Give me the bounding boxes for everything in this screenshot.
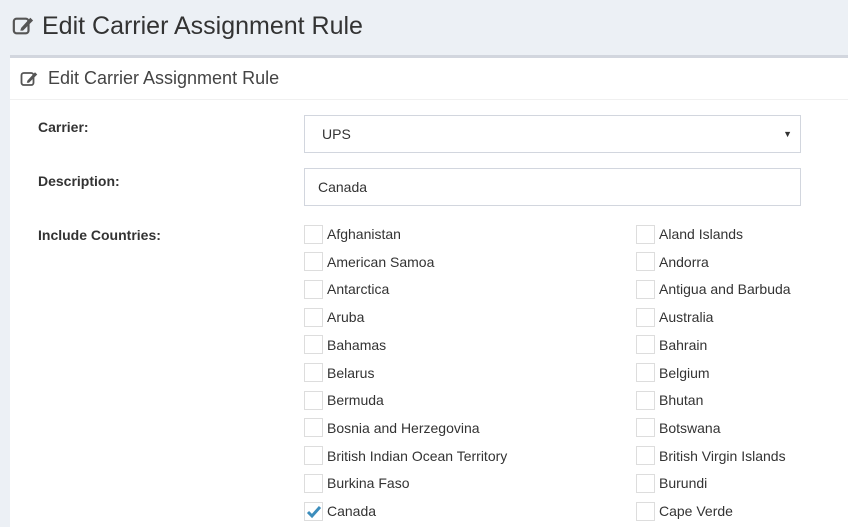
caret-down-icon: ▼ bbox=[783, 129, 792, 139]
country-item[interactable]: Bosnia and Herzegovina bbox=[304, 418, 480, 438]
country-name: Bahrain bbox=[659, 336, 708, 353]
country-item[interactable]: Belarus bbox=[304, 363, 374, 383]
country-checkbox[interactable] bbox=[304, 252, 323, 272]
country-name: Burundi bbox=[659, 475, 708, 492]
country-checkbox[interactable] bbox=[636, 446, 655, 466]
country-item[interactable]: Canada bbox=[304, 501, 376, 521]
country-item[interactable]: Antigua and Barbuda bbox=[636, 279, 791, 299]
country-name: British Virgin Islands bbox=[659, 447, 786, 464]
country-item[interactable]: Bermuda bbox=[304, 390, 384, 410]
country-name: Belarus bbox=[327, 364, 375, 381]
country-checkbox[interactable] bbox=[304, 473, 323, 493]
country-name: Antigua and Barbuda bbox=[659, 281, 791, 298]
country-checkbox[interactable] bbox=[636, 418, 655, 438]
country-item[interactable]: Aland Islands bbox=[636, 224, 743, 244]
edit-icon bbox=[20, 71, 38, 86]
country-checkbox[interactable] bbox=[304, 418, 323, 438]
country-item[interactable]: Burkina Faso bbox=[304, 473, 409, 493]
country-item[interactable]: American Samoa bbox=[304, 252, 434, 272]
country-checkbox[interactable] bbox=[636, 335, 655, 355]
country-checkbox[interactable] bbox=[636, 224, 655, 244]
edit-icon bbox=[12, 17, 34, 35]
country-checkbox[interactable] bbox=[304, 335, 323, 355]
country-checkbox[interactable] bbox=[636, 501, 655, 521]
country-checkbox[interactable] bbox=[304, 390, 323, 410]
country-name: Afghanistan bbox=[327, 226, 401, 242]
carrier-select-value: UPS bbox=[322, 126, 351, 142]
country-name: Aland Islands bbox=[659, 226, 744, 242]
country-name: Australia bbox=[659, 309, 714, 326]
country-name: Aruba bbox=[327, 309, 365, 326]
country-name: Canada bbox=[327, 503, 377, 519]
country-name: British Indian Ocean Territory bbox=[327, 447, 508, 464]
description-label: Description: bbox=[38, 173, 120, 189]
country-name: Bhutan bbox=[659, 392, 704, 409]
country-checkbox[interactable] bbox=[636, 363, 655, 382]
panel-title: Edit Carrier Assignment Rule bbox=[48, 68, 280, 88]
country-item[interactable]: Belgium bbox=[636, 363, 710, 383]
description-value: Canada bbox=[318, 179, 368, 195]
country-checkbox[interactable] bbox=[636, 307, 655, 327]
country-checkbox[interactable] bbox=[304, 307, 323, 327]
carrier-select[interactable]: UPS ▼ bbox=[304, 115, 801, 153]
edit-panel: Edit Carrier Assignment Rule Carrier: UP… bbox=[10, 55, 848, 527]
country-item[interactable]: Afghanistan bbox=[304, 224, 401, 244]
country-name: Belgium bbox=[659, 364, 710, 381]
checkmark-icon bbox=[306, 505, 322, 518]
country-checkbox[interactable] bbox=[636, 390, 655, 410]
country-item[interactable]: Cape Verde bbox=[636, 501, 733, 521]
country-item[interactable]: Bhutan bbox=[636, 390, 703, 410]
country-item[interactable]: Andorra bbox=[636, 252, 709, 272]
country-checkbox[interactable] bbox=[636, 252, 655, 272]
country-checkbox[interactable] bbox=[304, 446, 323, 466]
country-name: Cape Verde bbox=[659, 503, 733, 519]
country-checkbox[interactable] bbox=[304, 363, 323, 382]
page-header: Edit Carrier Assignment Rule bbox=[0, 0, 848, 52]
country-name: Botswana bbox=[659, 419, 721, 436]
country-name: Andorra bbox=[659, 253, 709, 270]
country-item[interactable]: Aruba bbox=[304, 307, 364, 327]
country-checkbox[interactable] bbox=[304, 279, 323, 299]
country-checkbox[interactable] bbox=[304, 501, 323, 521]
country-name: Burkina Faso bbox=[327, 475, 410, 492]
country-name: Bahamas bbox=[327, 336, 387, 353]
country-name: Antarctica bbox=[327, 281, 390, 298]
country-item[interactable]: Bahamas bbox=[304, 335, 386, 355]
description-input[interactable]: Canada bbox=[304, 168, 801, 206]
country-checkbox[interactable] bbox=[636, 473, 655, 493]
country-item[interactable]: Bahrain bbox=[636, 335, 707, 355]
country-checkbox[interactable] bbox=[636, 279, 655, 299]
page-title: Edit Carrier Assignment Rule bbox=[42, 11, 363, 40]
country-item[interactable]: British Indian Ocean Territory bbox=[304, 446, 507, 466]
country-name: Bermuda bbox=[327, 392, 384, 409]
carrier-label: Carrier: bbox=[38, 119, 89, 135]
include-countries-label: Include Countries: bbox=[38, 227, 161, 243]
country-item[interactable]: Botswana bbox=[636, 418, 720, 438]
panel-header: Edit Carrier Assignment Rule bbox=[10, 58, 848, 100]
country-item[interactable]: Australia bbox=[636, 307, 713, 327]
country-item[interactable]: Antarctica bbox=[304, 279, 389, 299]
country-item[interactable]: British Virgin Islands bbox=[636, 446, 786, 466]
country-name: Bosnia and Herzegovina bbox=[327, 419, 480, 436]
country-name: American Samoa bbox=[327, 253, 435, 270]
country-item[interactable]: Burundi bbox=[636, 473, 707, 493]
country-checkbox[interactable] bbox=[304, 224, 323, 244]
